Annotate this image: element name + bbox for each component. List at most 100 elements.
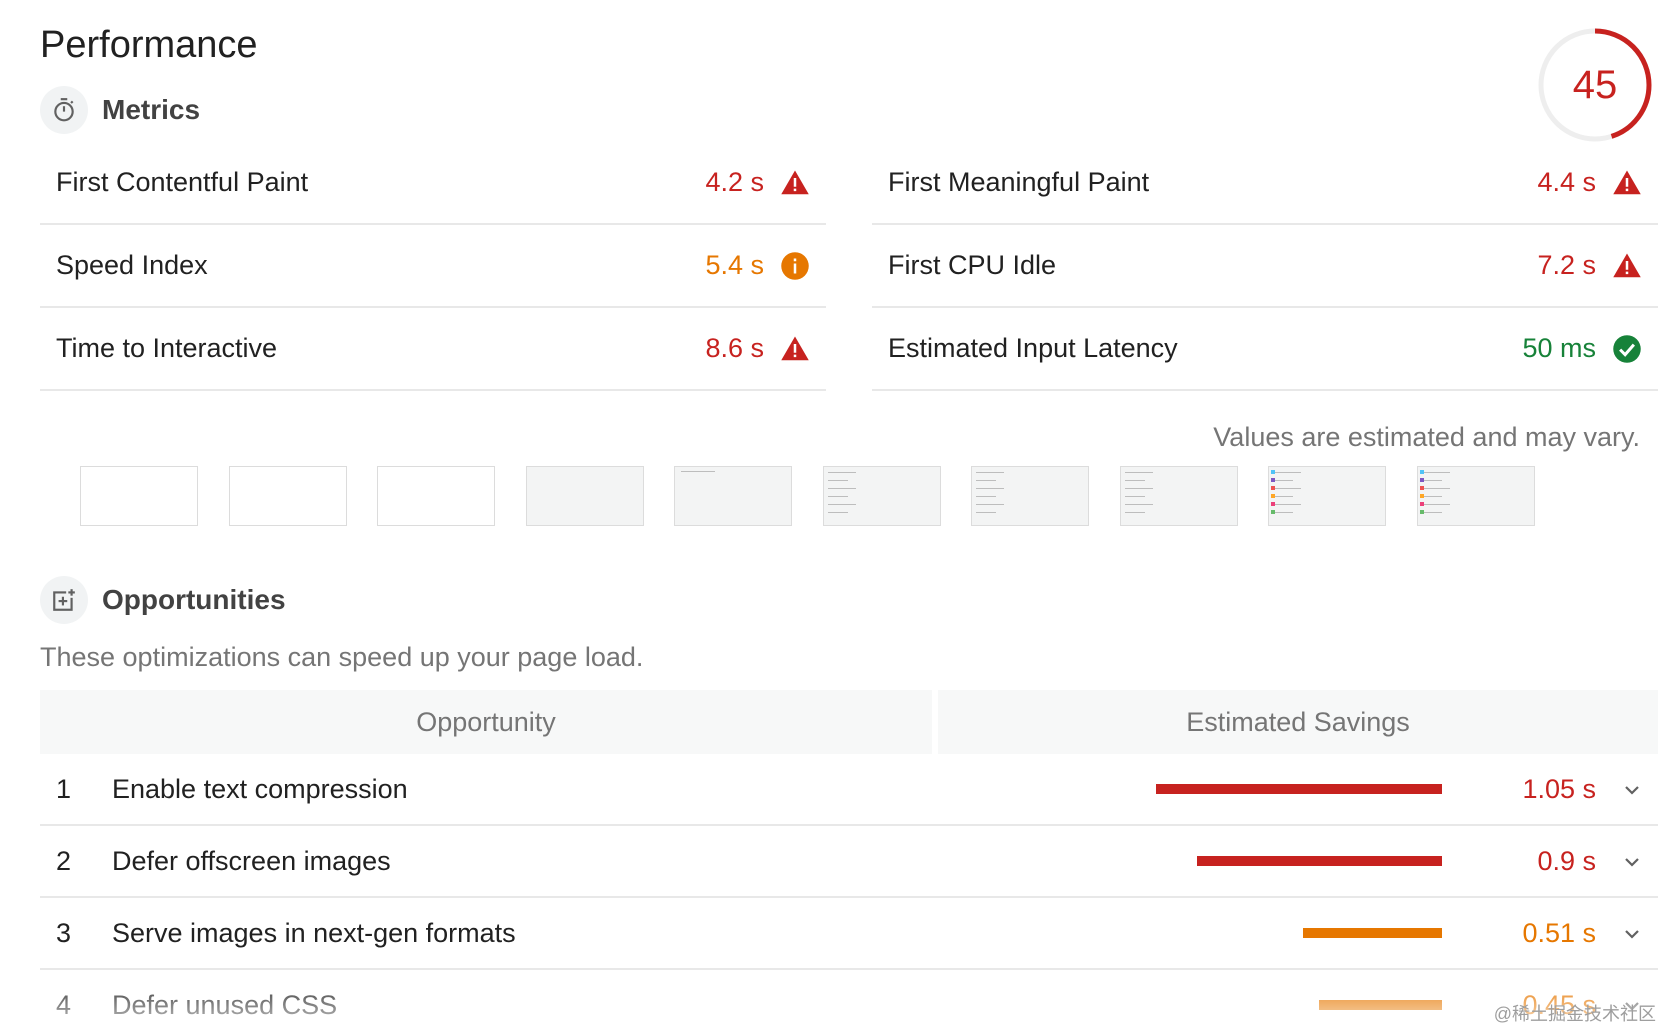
frame-content-line [976, 472, 1004, 473]
filmstrip-frame [971, 466, 1089, 526]
opportunities-table: Opportunity Estimated Savings 1 Enable te… [40, 690, 1658, 1034]
frame-content-line [1273, 488, 1301, 489]
metric-name: Time to Interactive [56, 333, 278, 363]
metric-speed-index: Speed Index 5.4 s [40, 225, 826, 308]
frame-image-thumb [1271, 486, 1275, 490]
opportunity-row[interactable]: 4 Defer unused CSS 0.45 s [40, 970, 1658, 1034]
metric-name: First Meaningful Paint [888, 167, 1150, 197]
frame-content-line [828, 488, 856, 489]
filmstrip-frame [823, 466, 941, 526]
metric-name: First CPU Idle [888, 250, 1057, 280]
frame-content-line [976, 488, 1004, 489]
opportunity-icon [40, 576, 88, 624]
stopwatch-icon [40, 86, 88, 134]
performance-score: 45 [1572, 63, 1618, 107]
watermark: @稀土掘金技术社区 [1493, 1004, 1656, 1024]
opportunity-number: 3 [56, 918, 72, 948]
frame-content-line [976, 480, 996, 481]
frame-content-line [1422, 472, 1450, 473]
info-circle-icon [781, 251, 809, 280]
frame-content-line [1273, 480, 1293, 481]
warning-triangle-icon [1613, 170, 1641, 194]
metrics-header: Metrics [40, 86, 200, 134]
filmstrip-frame [1417, 466, 1535, 526]
frame-content-line [1273, 496, 1293, 497]
opportunity-row[interactable]: 2 Defer offscreen images 0.9 s [40, 826, 1658, 898]
metric-first-contentful-paint: First Contentful Paint 4.2 s [40, 142, 826, 225]
savings-value: 0.9 s [1537, 846, 1596, 876]
metrics-estimate-note: Values are estimated and may vary. [1213, 422, 1640, 452]
opportunities-description: These optimizations can speed up your pa… [40, 642, 644, 672]
frame-image-thumb [1271, 470, 1275, 474]
opportunities-rows: 1 Enable text compression 1.05 s 2 Defer off… [40, 754, 1658, 1034]
frame-image-thumb [1271, 478, 1275, 482]
savings-bar [1197, 856, 1442, 866]
metric-first-meaningful-paint: First Meaningful Paint 4.4 s [872, 142, 1658, 225]
metric-first-cpu-idle: First CPU Idle 7.2 s [872, 225, 1658, 308]
metric-value: 7.2 s [1537, 250, 1596, 280]
filmstrip-frame [80, 466, 198, 526]
frame-content-line [1422, 504, 1450, 505]
filmstrip-frame [1120, 466, 1238, 526]
filmstrip-frame [377, 466, 495, 526]
opportunities-section-label: Opportunities [102, 584, 286, 615]
metric-name: First Contentful Paint [56, 167, 309, 197]
page-title: Performance [40, 24, 258, 66]
warning-triangle-icon [781, 170, 809, 194]
opportunity-name: Enable text compression [112, 774, 408, 804]
frame-content-line [681, 471, 715, 472]
column-header-estimated-savings: Estimated Savings [938, 690, 1658, 754]
chevron-down-icon[interactable] [1622, 780, 1642, 800]
frame-image-thumb [1420, 486, 1424, 490]
metrics-column-left: First Contentful Paint 4.2 s Speed Index… [40, 142, 826, 391]
frame-content-line [1273, 504, 1301, 505]
filmstrip-frame [526, 466, 644, 526]
frame-image-thumb [1420, 494, 1424, 498]
metric-value: 5.4 s [705, 250, 764, 280]
opportunity-name: Defer unused CSS [112, 990, 338, 1020]
frame-content-line [828, 472, 856, 473]
frame-content-line [1125, 512, 1145, 513]
chevron-down-icon[interactable] [1622, 924, 1642, 944]
frame-content-line [1125, 480, 1145, 481]
frame-content-line [1422, 512, 1442, 513]
metrics-section-label: Metrics [102, 94, 201, 125]
chevron-down-icon[interactable] [1622, 852, 1642, 872]
metric-value: 50 ms [1522, 333, 1596, 363]
opportunities-header: Opportunities [40, 576, 286, 624]
metric-value: 8.6 s [705, 333, 764, 363]
metric-name: Speed Index [56, 250, 208, 280]
frame-content-line [1422, 496, 1442, 497]
savings-value: 0.51 s [1522, 918, 1596, 948]
frame-image-thumb [1271, 502, 1275, 506]
frame-content-line [828, 504, 856, 505]
frame-image-thumb [1420, 470, 1424, 474]
filmstrip-frame [674, 466, 792, 526]
frame-image-thumb [1420, 510, 1424, 514]
opportunity-number: 2 [56, 846, 72, 876]
frame-image-thumb [1271, 510, 1275, 514]
metric-name: Estimated Input Latency [888, 333, 1178, 363]
opportunities-table-header: Opportunity Estimated Savings [40, 690, 1658, 754]
opportunity-name: Defer offscreen images [112, 846, 391, 876]
metric-value: 4.2 s [705, 167, 764, 197]
filmstrip [80, 466, 1620, 528]
opportunity-number: 1 [56, 774, 72, 804]
frame-content-line [1422, 488, 1450, 489]
savings-bar [1303, 928, 1442, 938]
filmstrip-frame [229, 466, 347, 526]
frame-content-line [828, 480, 848, 481]
lighthouse-performance-report: Performance 45 Metrics First Contentful … [0, 0, 1668, 1034]
frame-content-line [976, 512, 996, 513]
opportunity-row[interactable]: 3 Serve images in next-gen formats 0.51 s [40, 898, 1658, 970]
opportunity-row[interactable]: 1 Enable text compression 1.05 s [40, 754, 1658, 826]
frame-content-line [1422, 480, 1442, 481]
frame-content-line [828, 496, 848, 497]
opportunity-number: 4 [56, 990, 72, 1020]
savings-bar [1319, 1000, 1442, 1010]
frame-content-line [1273, 472, 1301, 473]
metrics-column-right: First Meaningful Paint 4.4 s First CPU I… [872, 142, 1658, 391]
warning-triangle-icon [781, 336, 809, 360]
frame-content-line [1273, 512, 1293, 513]
metric-estimated-input-latency: Estimated Input Latency 50 ms [872, 308, 1658, 391]
